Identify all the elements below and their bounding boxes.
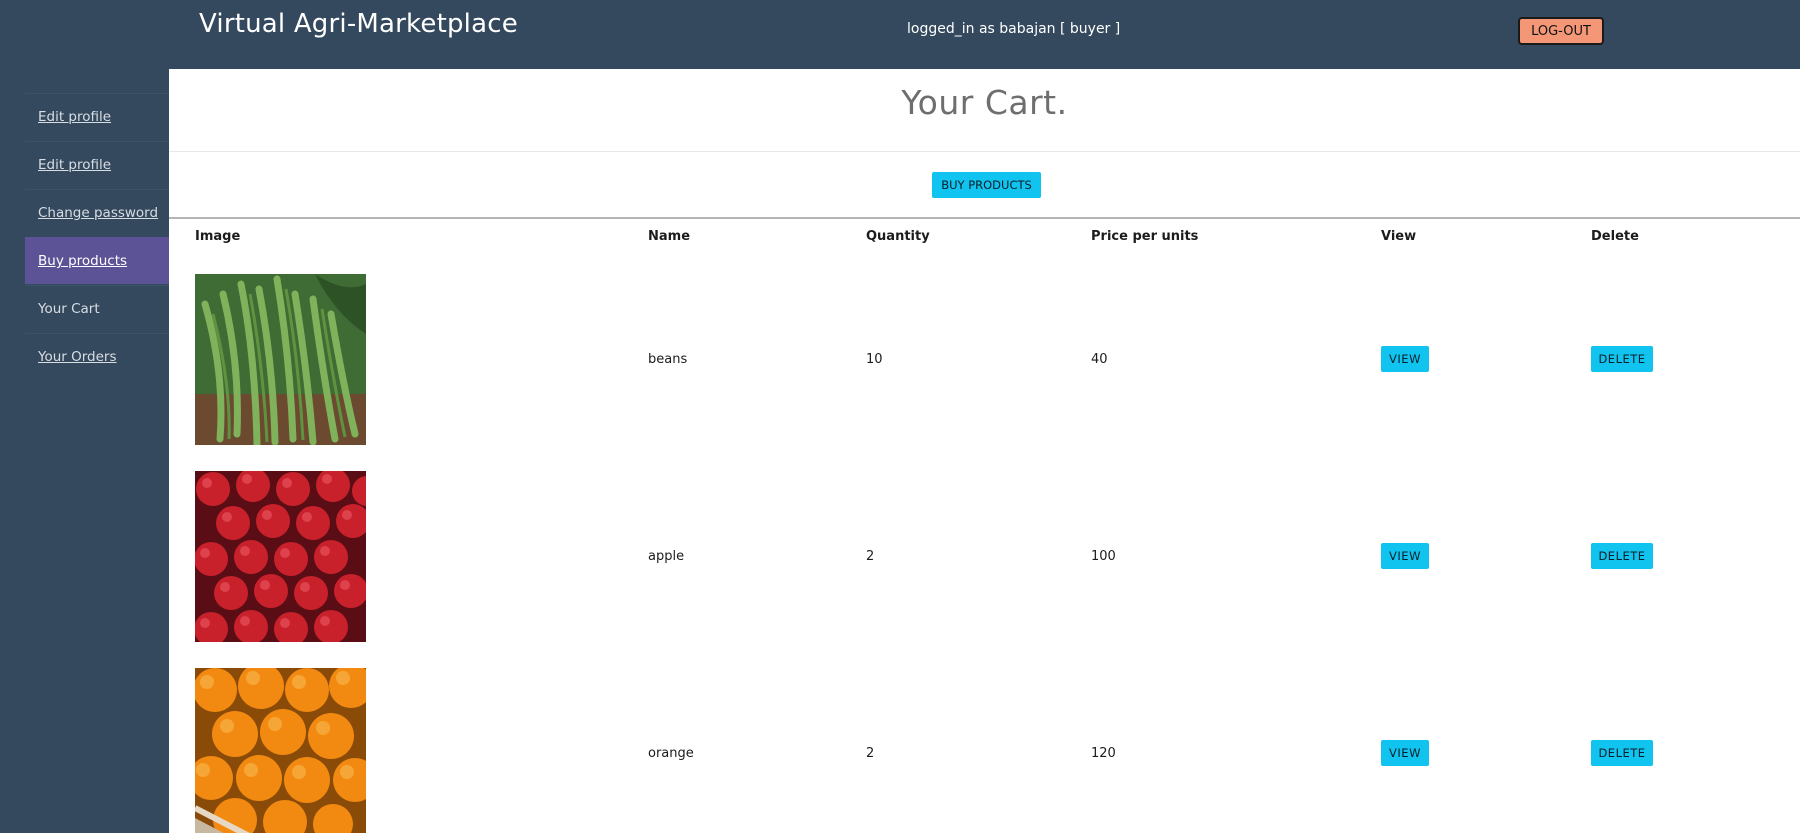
sidebar: Edit profile Edit profile Change passwor… bbox=[25, 93, 169, 381]
delete-button[interactable]: DELETE bbox=[1591, 346, 1653, 372]
column-header-name: Name bbox=[648, 229, 691, 244]
delete-button[interactable]: DELETE bbox=[1591, 740, 1653, 766]
cell-quantity: 2 bbox=[866, 549, 875, 564]
column-header-delete: Delete bbox=[1591, 229, 1639, 244]
cell-price: 100 bbox=[1091, 549, 1116, 564]
cell-name: beans bbox=[648, 352, 688, 367]
top-bar: Virtual Agri-Marketplace logged_in as ba… bbox=[0, 0, 1800, 69]
delete-button[interactable]: DELETE bbox=[1591, 543, 1653, 569]
cell-quantity: 10 bbox=[866, 352, 883, 367]
logout-button[interactable]: LOG-OUT bbox=[1518, 17, 1604, 45]
buy-products-button[interactable]: BUY PRODUCTS bbox=[932, 172, 1041, 198]
table-row: orange 2 120 VIEW DELETE bbox=[169, 668, 1800, 833]
cell-name: orange bbox=[648, 746, 694, 761]
view-button[interactable]: VIEW bbox=[1381, 346, 1429, 372]
table-row: beans 10 40 VIEW DELETE bbox=[169, 274, 1800, 446]
column-header-image: Image bbox=[195, 229, 241, 244]
column-header-view: View bbox=[1381, 229, 1417, 244]
table-top-border bbox=[169, 217, 1800, 219]
product-image-beans bbox=[195, 274, 366, 445]
cell-quantity: 2 bbox=[866, 746, 875, 761]
sidebar-item-buy-products[interactable]: Buy products bbox=[25, 237, 169, 284]
cell-price: 120 bbox=[1091, 746, 1116, 761]
cell-name: apple bbox=[648, 549, 685, 564]
cell-price: 40 bbox=[1091, 352, 1108, 367]
product-image-orange bbox=[195, 668, 366, 833]
page-title: Your Cart. bbox=[901, 83, 1068, 122]
sidebar-item-edit-profile-2[interactable]: Edit profile bbox=[25, 141, 169, 188]
sidebar-item-your-cart[interactable]: Your Cart bbox=[25, 285, 169, 332]
logged-in-status: logged_in as babajan [ buyer ] bbox=[907, 21, 1121, 37]
main-content: Your Cart. BUY PRODUCTS Image Name Quant… bbox=[169, 69, 1800, 833]
column-header-quantity: Quantity bbox=[866, 229, 930, 244]
site-title: Virtual Agri-Marketplace bbox=[199, 9, 518, 39]
divider bbox=[169, 151, 1800, 152]
table-row: apple 2 100 VIEW DELETE bbox=[169, 471, 1800, 643]
column-header-price: Price per units bbox=[1091, 229, 1199, 244]
view-button[interactable]: VIEW bbox=[1381, 543, 1429, 569]
product-image-apple bbox=[195, 471, 366, 642]
sidebar-item-your-orders[interactable]: Your Orders bbox=[25, 333, 169, 380]
sidebar-item-change-password[interactable]: Change password bbox=[25, 189, 169, 236]
sidebar-item-edit-profile[interactable]: Edit profile bbox=[25, 93, 169, 140]
view-button[interactable]: VIEW bbox=[1381, 740, 1429, 766]
